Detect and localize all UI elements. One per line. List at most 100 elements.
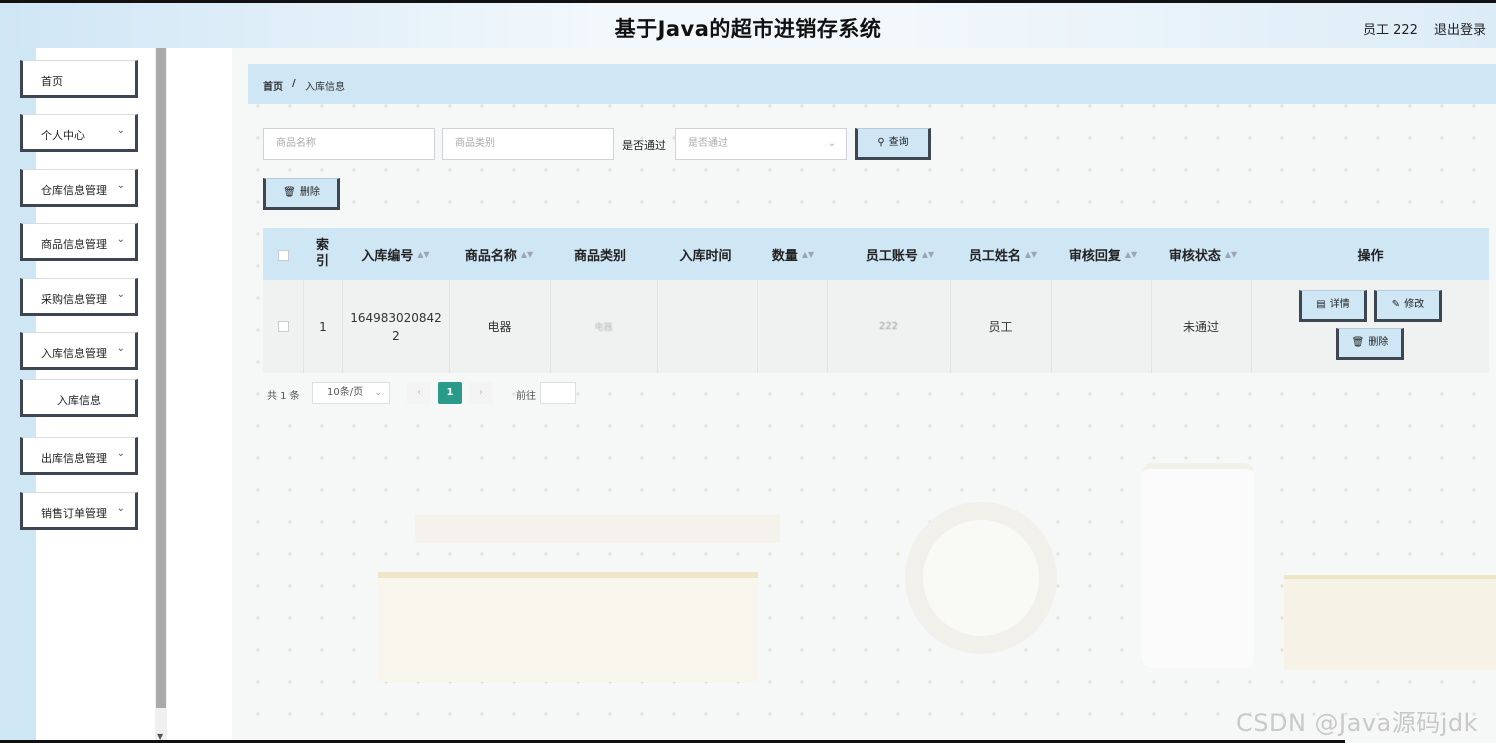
document-icon: ▤ (1316, 299, 1326, 310)
prev-page-button[interactable]: ‹ (407, 382, 431, 404)
column-header-label: 入库时间 (679, 248, 732, 264)
sidebar-item-inbound[interactable]: 入库信息管理 ⌄ (20, 332, 138, 370)
bulk-delete-label: 删除 (299, 187, 320, 198)
column-header-label: 员工账号 (865, 248, 918, 264)
column-divider (1251, 280, 1252, 373)
bulk-delete-button[interactable]: 🗑 删除 (263, 178, 340, 210)
page-size-select[interactable]: 10条/页 ⌄ (312, 382, 390, 404)
sidebar-item-label: 入库信息管理 (41, 347, 107, 360)
sidebar-item-personal-center[interactable]: 个人中心 ⌄ (20, 114, 138, 152)
sidebar-item-product[interactable]: 商品信息管理 ⌄ (20, 223, 138, 261)
page-number-current[interactable]: 1 (438, 382, 462, 404)
column-header-number[interactable]: 入库编号 ▲▼ (343, 228, 448, 280)
cell-category: 电器 (594, 323, 613, 333)
column-header-name[interactable]: 商品名称 ▲▼ (449, 228, 549, 280)
query-button-label: 查询 (888, 137, 909, 148)
breadcrumb-current: 入库信息 (305, 82, 345, 93)
chevron-down-icon: ⌄ (374, 388, 382, 398)
scrollbar-thumb[interactable] (156, 48, 166, 708)
decor-box (378, 572, 758, 682)
decor-box (1284, 575, 1496, 670)
sort-icon[interactable]: ▲▼ (1025, 250, 1037, 259)
edit-button-label: 修改 (1404, 299, 1425, 310)
sidebar-item-label: 出库信息管理 (41, 452, 107, 465)
chevron-down-icon: ⌄ (116, 234, 125, 245)
breadcrumb-home[interactable]: 首页 (263, 78, 283, 93)
column-header-category[interactable]: 商品类别 (550, 228, 650, 280)
decor-cylinder (1142, 463, 1254, 668)
cell-name: 电器 (487, 320, 512, 334)
column-header-account[interactable]: 员工账号 ▲▼ (850, 228, 950, 280)
column-header-status[interactable]: 审核状态 ▲▼ (1153, 228, 1253, 280)
app-title: 基于Java的超市进销存系统 (614, 17, 882, 41)
cell-number-line: 2 (392, 328, 400, 343)
column-header-reply[interactable]: 审核回复 ▲▼ (1053, 228, 1153, 280)
watermark: CSDN @Java源码jdk (1236, 709, 1479, 737)
sort-icon[interactable]: ▲▼ (417, 250, 429, 259)
trash-icon: 🗑 (283, 187, 296, 198)
pagination-total: 共 1 条 (267, 391, 300, 402)
column-header-label: 操作 (1357, 248, 1384, 264)
detail-button[interactable]: ▤ 详情 (1299, 290, 1367, 322)
select-all-checkbox[interactable] (278, 250, 289, 261)
sidebar-item-inbound-info[interactable]: 入库信息 (20, 379, 138, 417)
table-header: 索引 入库编号 ▲▼ 商品名称 ▲▼ 商品类别 入库时间 数量 ▲▼ 员工账号 ▲▼ 员… (263, 228, 1489, 280)
sort-icon[interactable]: ▲▼ (1225, 250, 1237, 259)
column-header-actions: 操作 (1303, 228, 1438, 280)
column-header-label: 商品类别 (573, 248, 626, 264)
decor-roll (905, 502, 1057, 654)
approved-select-value: 是否通过 (688, 138, 728, 149)
sort-icon[interactable]: ▲▼ (1125, 250, 1137, 259)
sidebar-item-purchase[interactable]: 采购信息管理 ⌄ (20, 278, 138, 316)
sidebar-item-label: 首页 (41, 75, 63, 88)
cell-index: 1 (319, 319, 327, 334)
decor-shelf (415, 515, 780, 543)
cell-quantity (757, 280, 827, 373)
page-size-value: 10条/页 (327, 387, 364, 398)
approved-select[interactable]: 是否通过 ⌄ (675, 128, 847, 160)
column-header-label: 审核状态 (1168, 248, 1221, 264)
column-header-label: 商品名称 (464, 248, 517, 264)
column-header-index[interactable]: 索引 (309, 228, 337, 280)
sidebar-item-label: 商品信息管理 (41, 238, 107, 251)
sidebar: 首页 个人中心 ⌄ 仓库信息管理 ⌄ 商品信息管理 ⌄ 采购信息管理 ⌄ 入库信… (0, 48, 155, 743)
sort-icon[interactable]: ▲▼ (521, 250, 533, 259)
column-divider (303, 280, 304, 373)
goto-label: 前往 (516, 391, 536, 402)
cell-staff-name: 员工 (988, 320, 1013, 334)
breadcrumb: 首页 / 入库信息 (248, 64, 1496, 104)
cell-number-line: 164983020842 (350, 310, 442, 325)
column-header-staff-name[interactable]: 员工姓名 ▲▼ (953, 228, 1053, 280)
column-header-label: 员工姓名 (968, 248, 1021, 264)
search-icon: ⚲ (877, 137, 885, 148)
next-page-button[interactable]: › (469, 382, 493, 404)
column-header-label: 审核回复 (1068, 248, 1121, 264)
edit-button[interactable]: ✎ 修改 (1374, 290, 1442, 322)
column-header-label: 索引 (316, 238, 330, 269)
chevron-down-icon: ⌄ (116, 343, 125, 354)
sidebar-item-warehouse[interactable]: 仓库信息管理 ⌄ (20, 169, 138, 207)
product-category-input[interactable]: 商品类别 (442, 128, 614, 160)
cell-time (657, 280, 757, 373)
cell-status: 未通过 (1182, 320, 1219, 334)
logout-link[interactable]: 退出登录 (1434, 19, 1486, 38)
product-name-input[interactable]: 商品名称 (263, 128, 435, 160)
sort-icon[interactable]: ▲▼ (802, 250, 814, 259)
sort-icon[interactable]: ▲▼ (922, 250, 934, 259)
chevron-down-icon: ⌄ (116, 448, 125, 459)
sidebar-item-outbound[interactable]: 出库信息管理 ⌄ (20, 437, 138, 475)
goto-page-input[interactable] (540, 382, 576, 404)
sidebar-item-sales-order[interactable]: 销售订单管理 ⌄ (20, 492, 138, 530)
row-delete-button[interactable]: 🗑 删除 (1336, 328, 1404, 360)
column-header-time[interactable]: 入库时间 (653, 228, 758, 280)
chevron-down-icon: ⌄ (116, 180, 125, 191)
chevron-down-icon: ⌄ (116, 503, 125, 514)
row-checkbox[interactable] (278, 321, 289, 332)
column-header-quantity[interactable]: 数量 ▲▼ (758, 228, 828, 280)
query-button[interactable]: ⚲ 查询 (855, 128, 931, 160)
chevron-down-icon: ⌄ (827, 138, 836, 149)
current-user: 员工 222 (1363, 23, 1418, 38)
sidebar-scrollbar[interactable]: ▼ (155, 48, 167, 743)
sidebar-item-home[interactable]: 首页 (20, 60, 138, 98)
sidebar-item-label: 个人中心 (41, 129, 85, 142)
